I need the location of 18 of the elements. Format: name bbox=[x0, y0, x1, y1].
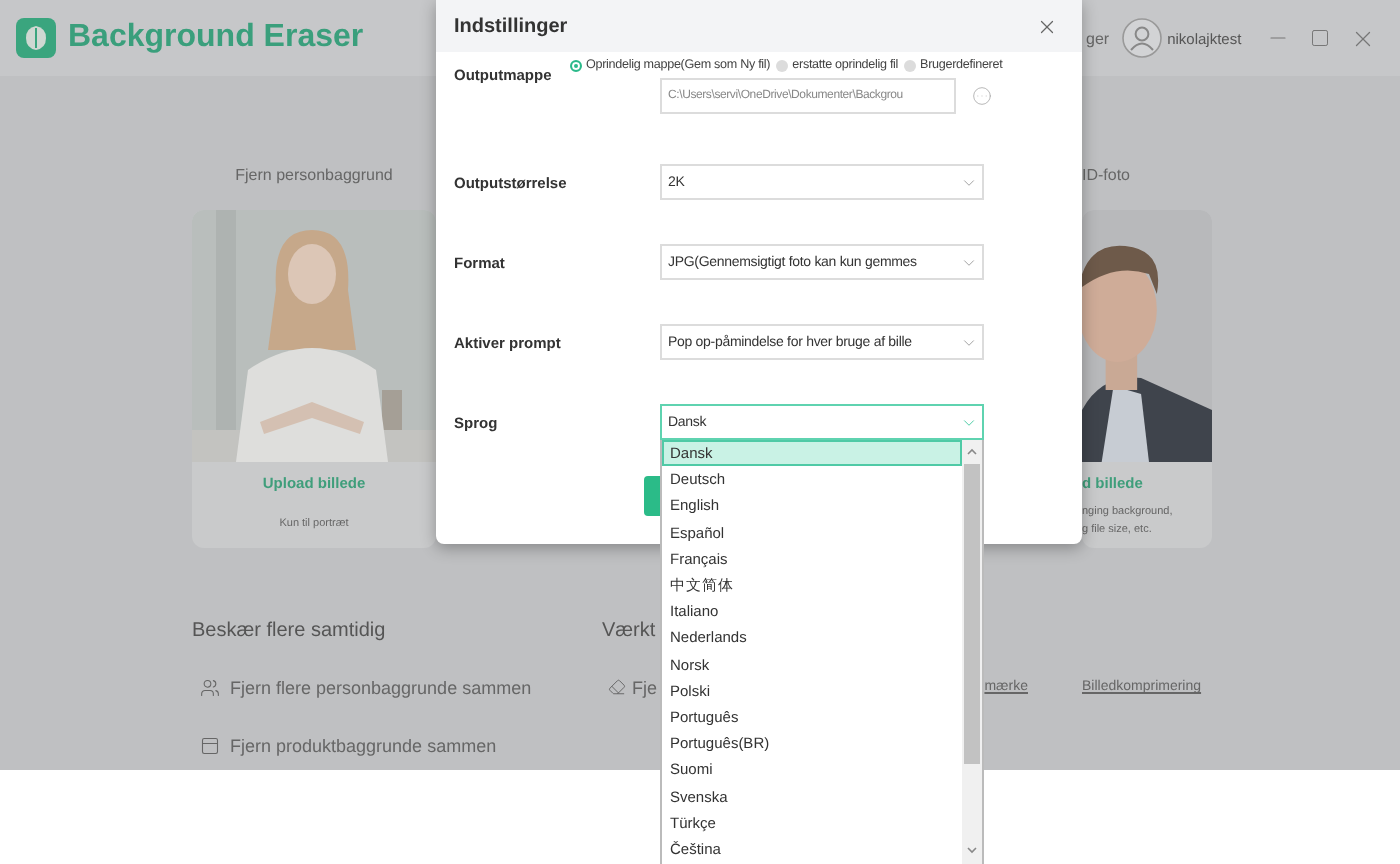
eraser-icon bbox=[608, 678, 626, 696]
card-title: ID-foto bbox=[1082, 166, 1131, 184]
section-heading: Værkt bbox=[602, 620, 656, 646]
section-heading: Beskær flere samtidig bbox=[192, 620, 386, 646]
card-title: Fjern personbaggrund bbox=[233, 166, 395, 184]
app-title: Background Eraser bbox=[68, 20, 364, 56]
people-icon bbox=[200, 677, 220, 697]
dialog-title: Indstillinger bbox=[454, 15, 568, 37]
close-button[interactable] bbox=[1036, 15, 1058, 37]
panel-icon bbox=[200, 735, 220, 755]
close-icon bbox=[1036, 15, 1058, 37]
header-link[interactable]: ger bbox=[1086, 29, 1110, 47]
avatar-icon[interactable] bbox=[1121, 18, 1162, 58]
logo-icon bbox=[16, 18, 56, 58]
maximize-button[interactable] bbox=[1309, 28, 1330, 48]
scrollbar[interactable] bbox=[962, 440, 982, 864]
more-icon[interactable] bbox=[972, 86, 992, 106]
maximize-icon bbox=[1309, 28, 1330, 48]
